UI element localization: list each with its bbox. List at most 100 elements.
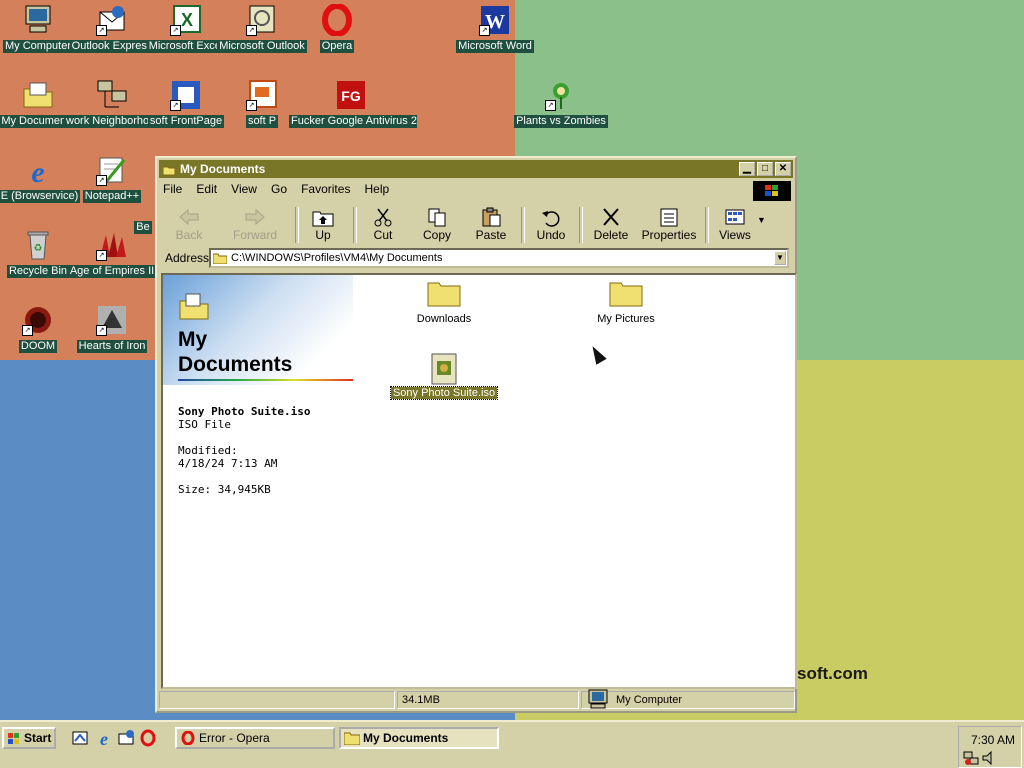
- outlook-icon: ↗: [246, 4, 278, 36]
- desktop-icon-google-antivirus[interactable]: FG Fucker Google Antivirus 2010: [289, 79, 417, 139]
- hearts-of-iron-icon: ↗: [96, 304, 128, 336]
- toolbar: Back Forward Up Cut Copy Paste Undo Dele…: [161, 205, 791, 245]
- scissors-icon: [372, 207, 394, 227]
- volume-tray-icon[interactable]: [981, 750, 997, 768]
- desktop-icon-plants-vs-zombies[interactable]: ↗ Plants vs Zombies: [513, 79, 609, 139]
- start-button[interactable]: Start: [2, 727, 56, 749]
- desktop-icon-microsoft-word[interactable]: W ↗ Microsoft Word: [447, 4, 543, 64]
- close-button[interactable]: ✕: [775, 162, 791, 176]
- paste-button[interactable]: Paste: [465, 205, 517, 245]
- desktop-icon-label: soft P: [245, 115, 279, 128]
- menu-favorites[interactable]: Favorites: [301, 182, 350, 196]
- desktop-icon-hearts-of-iron[interactable]: ↗ Hearts of Iron: [64, 304, 160, 364]
- opera-icon[interactable]: [139, 729, 157, 747]
- pane-title-line2: Documents: [178, 353, 293, 376]
- delete-button[interactable]: Delete: [585, 205, 637, 245]
- maximize-button[interactable]: □: [757, 162, 773, 176]
- desktop-icon-label: Age of Empires II: [67, 265, 157, 278]
- back-button[interactable]: Back: [163, 205, 215, 245]
- word-icon: W ↗: [479, 4, 511, 36]
- desktop-icon-label: Recycle Bin: [6, 265, 70, 278]
- forward-button[interactable]: Forward: [229, 205, 281, 245]
- status-size: 34.1MB: [397, 691, 579, 709]
- file-item-sony-photo-suite[interactable]: Sony Photo Suite.iso: [384, 353, 504, 400]
- address-dropdown-button[interactable]: ▼: [774, 251, 786, 265]
- properties-icon: [658, 207, 680, 227]
- pane-title-line1: My: [178, 328, 208, 351]
- status-bar: 34.1MB My Computer: [159, 689, 795, 709]
- window-titlebar[interactable]: My Documents ▁ □ ✕: [159, 160, 793, 178]
- menu-edit[interactable]: Edit: [196, 182, 217, 196]
- menu-go[interactable]: Go: [271, 182, 287, 196]
- address-label: Address: [165, 251, 210, 265]
- views-icon: [724, 207, 746, 227]
- outlook-express-icon: ↗: [96, 4, 128, 36]
- views-dropdown-icon[interactable]: ▼: [757, 215, 766, 225]
- copy-icon: [426, 207, 448, 227]
- desktop-icon-label: soft FrontPage: [147, 115, 225, 128]
- computer-icon: [586, 689, 610, 714]
- network-icon: [96, 79, 128, 111]
- show-desktop-icon[interactable]: [71, 729, 89, 747]
- desktop-icon-label: Microsoft Word: [456, 40, 534, 53]
- menu-bar: File Edit View Go Favorites Help: [163, 182, 400, 200]
- cut-button[interactable]: Cut: [357, 205, 409, 245]
- desktop-icon-label: DOOM: [18, 340, 58, 353]
- svg-text:FG: FG: [341, 88, 361, 104]
- minimize-button[interactable]: ▁: [739, 162, 755, 176]
- folder-icon: [343, 731, 361, 746]
- taskbar-button-label: My Documents: [363, 731, 449, 745]
- desktop-icon-be[interactable]: Be: [131, 154, 155, 234]
- svg-text:e: e: [100, 729, 108, 747]
- forward-arrow-icon: [244, 207, 266, 227]
- desktop-icon-age-of-empires[interactable]: ↗ Age of Empires II: [64, 229, 160, 289]
- clock[interactable]: 7:30 AM: [971, 733, 1015, 747]
- taskbar-button-my-documents[interactable]: My Documents: [339, 727, 499, 749]
- explorer-window[interactable]: My Documents ▁ □ ✕ File Edit View Go Fav…: [155, 156, 797, 713]
- menu-view[interactable]: View: [231, 182, 257, 196]
- file-item-my-pictures[interactable]: My Pictures: [566, 279, 686, 325]
- internet-explorer-icon[interactable]: e: [95, 729, 113, 749]
- menu-file[interactable]: File: [163, 182, 182, 196]
- wallpaper-text: soft.com: [797, 664, 868, 683]
- selected-file-type: ISO File: [178, 418, 231, 431]
- desktop-icon-label: Fucker Google Antivirus 2010: [289, 115, 417, 128]
- toolbar-separator: [579, 207, 583, 243]
- menu-help[interactable]: Help: [365, 182, 390, 196]
- be-icon: [143, 154, 144, 186]
- opera-icon: [180, 730, 196, 746]
- taskbar-button-error-opera[interactable]: Error - Opera: [175, 727, 335, 749]
- address-bar: Address C:\WINDOWS\Profiles\VM4\My Docum…: [161, 248, 791, 270]
- address-input[interactable]: C:\WINDOWS\Profiles\VM4\My Documents ▼: [209, 248, 789, 268]
- up-label: Up: [315, 228, 331, 242]
- file-item-label: Sony Photo Suite.iso: [389, 386, 499, 400]
- antivirus-icon: FG: [335, 79, 367, 111]
- file-view[interactable]: My Documents Sony Photo Suite.iso ISO Fi…: [161, 273, 797, 689]
- modified-value: 4/18/24 7:13 AM: [178, 457, 278, 470]
- folder-icon: [212, 252, 228, 265]
- doom-icon: ↗: [22, 304, 54, 336]
- file-details: Sony Photo Suite.iso ISO File Modified: …: [178, 405, 310, 496]
- file-item-downloads[interactable]: Downloads: [384, 279, 504, 325]
- folder-icon: [427, 279, 461, 307]
- file-size: Size: 34,945KB: [178, 483, 271, 496]
- status-section-empty: [159, 691, 395, 709]
- undo-button[interactable]: Undo: [525, 205, 577, 245]
- copy-label: Copy: [422, 228, 451, 242]
- network-tray-icon[interactable]: [963, 751, 979, 768]
- documents-folder-icon: [22, 79, 54, 111]
- copy-button[interactable]: Copy: [411, 205, 463, 245]
- desktop-icon-label: Opera: [319, 40, 355, 53]
- opera-icon: [321, 3, 353, 37]
- up-button[interactable]: Up: [297, 205, 349, 245]
- excel-icon: X ↗: [170, 4, 202, 36]
- outlook-express-icon[interactable]: [117, 729, 135, 747]
- iso-file-icon: [427, 353, 461, 385]
- desktop-icon-opera[interactable]: Opera: [289, 3, 385, 64]
- views-button[interactable]: Views: [709, 205, 761, 245]
- properties-button[interactable]: Properties: [639, 205, 699, 245]
- documents-folder-icon: [178, 291, 210, 324]
- address-path: C:\WINDOWS\Profiles\VM4\My Documents: [231, 252, 443, 264]
- file-item-label: My Pictures: [597, 313, 655, 325]
- delete-x-icon: [600, 207, 622, 227]
